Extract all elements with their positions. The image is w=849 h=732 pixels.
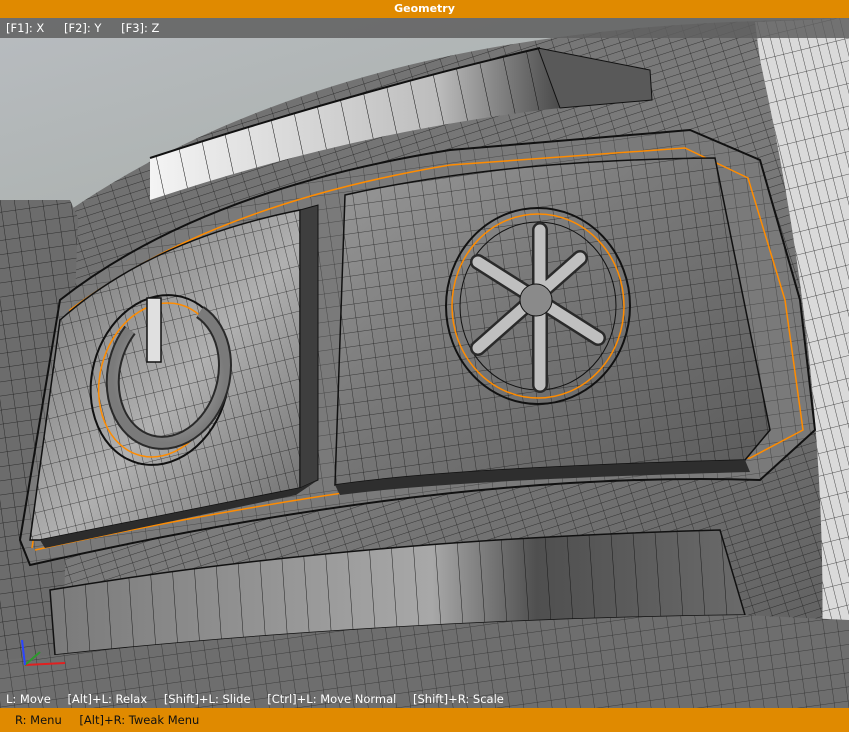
axis-hint-y: [F2]: Y (63, 21, 102, 35)
3d-viewport[interactable] (0, 18, 849, 708)
axis-hint-bar: [F1]: X [F2]: Y [F3]: Z (0, 18, 849, 38)
axis-hint-x: [F1]: X (6, 21, 45, 35)
axis-hint-z: [F3]: Z (121, 21, 160, 35)
hint-slide: [Shift]+L: Slide (163, 692, 251, 706)
shortcut-hint-bar: L: Move [Alt]+L: Relax [Shift]+L: Slide … (0, 690, 849, 708)
hint-menu: R: Menu (15, 713, 62, 727)
window-title: Geometry (0, 0, 849, 18)
hint-relax: [Alt]+L: Relax (67, 692, 148, 706)
hint-tweak-menu: [Alt]+R: Tweak Menu (79, 713, 200, 727)
hint-move-normal: [Ctrl]+L: Move Normal (267, 692, 397, 706)
footer-hint-bar: R: Menu [Alt]+R: Tweak Menu (0, 708, 849, 732)
hint-scale: [Shift]+R: Scale (413, 692, 504, 706)
hint-move: L: Move (6, 692, 51, 706)
